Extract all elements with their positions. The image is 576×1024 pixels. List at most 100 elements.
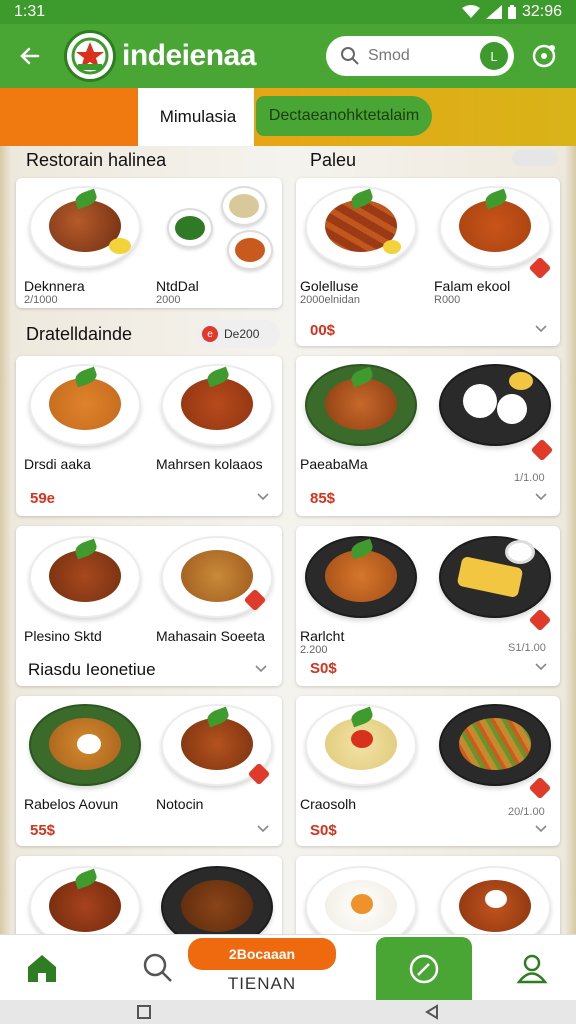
item-minor-label: S1/1.00 [508, 642, 546, 654]
menu-item[interactable]: NtdDal 2000 [152, 186, 282, 306]
chevron-down-icon[interactable] [534, 660, 548, 674]
nav-center[interactable]: 2Bocaaan TIENAN [188, 935, 336, 1001]
item-sub: 2/1000 [24, 294, 58, 306]
section-title-restoran: Restorain halinea [26, 150, 167, 170]
menu-card[interactable]: Rabelos Aovun Notocin 55$ [16, 696, 282, 846]
menu-item[interactable] [430, 866, 560, 934]
menu-item[interactable] [20, 866, 150, 934]
menu-item[interactable]: Falam ekool R000 [430, 186, 560, 306]
menu-item[interactable]: PaeabaMa [296, 364, 426, 472]
nav-profile[interactable] [500, 935, 564, 1001]
search-nav-icon [143, 953, 172, 982]
status-bar: 1:31 32:96 [0, 0, 576, 24]
section-title-riasdu: Riasdu Ieonetiue [28, 660, 156, 679]
menu-content[interactable]: Restorain halinea Paleu Deknnera 2/1000 [0, 146, 576, 934]
nav-center-label: TIENAN [227, 974, 297, 993]
search-placeholder: Smod [368, 47, 410, 64]
filter-chip[interactable]: e De200 [196, 320, 280, 348]
menu-card[interactable]: Deknnera 2/1000 NtdDal 2000 [16, 178, 282, 308]
app-title: indeienaa [122, 39, 256, 72]
dish-image [29, 186, 141, 268]
item-name: Mahasain Soeeta [156, 628, 265, 644]
item-price: 00$ [310, 322, 336, 339]
item-name: Rabelos Aovun [24, 796, 119, 812]
chevron-down-icon[interactable] [534, 490, 548, 504]
settings-button[interactable] [526, 38, 562, 74]
menu-item[interactable]: Craosolh [296, 704, 426, 812]
menu-item[interactable] [430, 536, 560, 618]
item-name: PaeabaMa [300, 456, 368, 472]
chevron-down-icon[interactable] [534, 822, 548, 836]
status-battery: 32:96 [521, 3, 562, 20]
menu-card[interactable]: Drsdi aaka Mahrsen kolaaos 59e [16, 356, 282, 516]
dish-image [29, 364, 141, 446]
item-price: S0$ [310, 660, 337, 677]
menu-item[interactable]: Mahasain Soeeta [152, 536, 282, 644]
menu-item[interactable]: Notocin [152, 704, 282, 812]
dish-image [305, 704, 417, 786]
menu-card[interactable] [16, 856, 282, 934]
section-pill [512, 150, 558, 166]
menu-item[interactable]: Rabelos Aovun [20, 704, 150, 812]
chevron-down-icon[interactable] [256, 490, 270, 504]
menu-card[interactable] [296, 856, 560, 934]
menu-item[interactable]: Golelluse 2000elnidan [296, 186, 426, 306]
dish-image [29, 866, 141, 934]
search-submit-button[interactable]: L [480, 42, 508, 70]
dish-image [161, 536, 273, 618]
logo-emblem-icon [71, 37, 109, 75]
menu-card[interactable]: Rarlcht 2.200 S1/1.00 S0$ [296, 526, 560, 686]
back-button[interactable] [10, 36, 50, 76]
chevron-down-icon[interactable] [256, 822, 270, 836]
tab-dectaeanohktetalaim[interactable]: Dectaeanohktetalaim [256, 96, 432, 136]
menu-item[interactable]: Rarlcht 2.200 [296, 536, 426, 656]
system-navigation [0, 1000, 576, 1024]
menu-card[interactable]: PaeabaMa 1/1.00 85$ [296, 356, 560, 516]
search-input[interactable]: Smod L [326, 36, 514, 76]
home-icon [28, 955, 56, 982]
menu-item[interactable] [296, 866, 426, 934]
item-name: Notocin [156, 796, 204, 812]
tab-mimulasia[interactable]: Mimulasia [142, 88, 254, 146]
menu-card[interactable]: Craosolh 20/1.00 S0$ [296, 696, 560, 846]
menu-item[interactable]: Deknnera 2/1000 [20, 186, 150, 306]
menu-item[interactable] [152, 866, 282, 934]
item-name: Golelluse [300, 278, 359, 294]
dish-image [439, 364, 551, 446]
bottom-navigation: 2Bocaaan TIENAN [0, 934, 576, 1001]
recents-icon[interactable] [136, 1004, 152, 1020]
dish-image [161, 704, 273, 786]
section-title-dratelldainde: Dratelldainde [26, 324, 133, 344]
menu-card[interactable]: Golelluse 2000elnidan Falam ekool R000 0… [296, 178, 560, 346]
menu-item[interactable]: Plesino Sktd [20, 536, 150, 644]
app-bar: indeienaa Smod L [0, 24, 576, 88]
back-system-icon[interactable] [424, 1004, 440, 1020]
section-title-paleu: Paleu [310, 150, 357, 170]
item-name: NtdDal [156, 278, 199, 294]
compass-icon [409, 954, 439, 984]
menu-item[interactable] [430, 364, 560, 446]
dish-image [439, 704, 551, 786]
chevron-down-icon[interactable] [534, 322, 548, 336]
menu-item[interactable] [430, 704, 560, 786]
menu-item[interactable]: Mahrsen kolaaos [152, 364, 282, 472]
chevron-down-icon[interactable] [254, 662, 268, 676]
dish-image [161, 364, 273, 446]
settings-icon [532, 44, 556, 68]
item-name: Mahrsen kolaaos [156, 456, 263, 472]
item-price: 85$ [310, 490, 336, 507]
dish-image [439, 186, 551, 268]
item-sub: 2000 [156, 294, 181, 306]
dish-image [161, 186, 273, 270]
nav-explore[interactable] [376, 937, 472, 1001]
dish-image [29, 536, 141, 618]
chip-label: De200 [224, 327, 260, 341]
item-minor-label: 20/1.00 [508, 806, 545, 818]
nav-home[interactable] [10, 935, 74, 1001]
dish-image [305, 536, 417, 618]
nav-search[interactable] [126, 935, 190, 1001]
search-icon [341, 47, 359, 65]
battery-icon [507, 5, 516, 19]
menu-item[interactable]: Drsdi aaka [20, 364, 150, 472]
item-name: Plesino Sktd [24, 628, 102, 644]
